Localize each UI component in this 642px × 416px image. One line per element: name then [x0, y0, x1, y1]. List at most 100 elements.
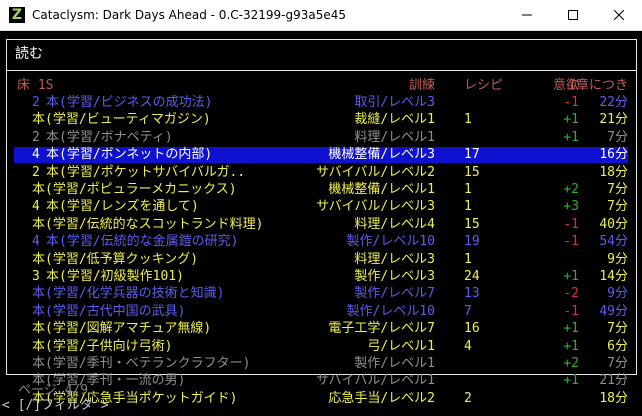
maximize-icon — [568, 10, 578, 20]
row-time: 7分 — [607, 129, 628, 145]
close-button[interactable] — [596, 0, 642, 30]
book-row[interactable]: 本(学習/図解アマチュア無線) 電子工学/レベル7 16 +1 7分 — [14, 321, 628, 337]
row-time: 21分 — [599, 112, 628, 128]
row-recipes: 1 — [464, 199, 472, 215]
row-time: 18分 — [599, 164, 628, 180]
title-bar[interactable]: Z Cataclysm: Dark Days Ahead - 0.C-32199… — [0, 0, 642, 31]
row-book-name: 本(学習/図解アマチュア無線) — [32, 321, 212, 337]
row-count: 3 — [32, 269, 40, 284]
row-skill: 機械整備/レベル3 — [328, 147, 435, 163]
row-time: 6分 — [607, 338, 628, 354]
row-skill: 弓/レベル1 — [367, 338, 435, 354]
row-time: 7分 — [607, 182, 628, 197]
app-icon: Z — [9, 7, 25, 23]
row-book-name: 本(学習/伝統的なスコットランド料理) — [32, 216, 264, 232]
row-fun: +1 — [563, 129, 579, 145]
row-time: 54分 — [599, 234, 628, 250]
row-book-name: 本(学習/ポケットサバイバルガ.. — [46, 164, 246, 180]
book-row[interactable]: 本(学習/子供向け弓術) 弓/レベル1 4 +1 6分 — [14, 339, 628, 355]
row-time: 14分 — [599, 269, 628, 284]
row-book-name: 本(学習/季刊・ベテランクラフター) — [32, 356, 251, 371]
row-count: 2 — [32, 129, 40, 145]
book-row[interactable]: 本(学習/ビューティマガジン) 裁縫/レベル1 1 +1 21分 — [14, 112, 628, 128]
row-time: 9分 — [607, 251, 628, 267]
row-skill: 裁縫/レベル1 — [354, 112, 435, 128]
row-fun: +1 — [563, 321, 579, 337]
header-divider — [6, 70, 637, 71]
menu-title: 読む — [15, 46, 43, 62]
book-row[interactable]: 2 本(学習/ビジネスの成功法) 取引/レベル3 -1 22分 — [14, 95, 628, 111]
row-recipes: 17 — [464, 147, 480, 163]
row-skill: 製作/レベル7 — [354, 286, 435, 302]
book-row[interactable]: 4 本(学習/伝統的な金属鎧の研究) 製作/レベル10 19 -1 54分 — [14, 234, 628, 250]
row-skill: 製作/レベル1 — [354, 356, 435, 371]
recipe-column-header: レシピ — [464, 78, 504, 93]
row-fun: -1 — [563, 95, 579, 110]
row-skill: 製作/レベル3 — [354, 269, 435, 284]
row-skill: 電子工学/レベル7 — [328, 321, 435, 337]
maximize-button[interactable] — [550, 0, 596, 30]
row-skill: 料理/レベル3 — [354, 251, 435, 267]
row-count: 2 — [32, 164, 40, 180]
row-skill: サバイバル/レベル2 — [316, 164, 435, 180]
row-book-name: 本(学習/ボンネットの内部) — [46, 147, 213, 163]
row-skill: 製作/レベル10 — [346, 234, 435, 250]
row-fun: +2 — [563, 182, 579, 197]
row-fun: +1 — [563, 338, 579, 354]
row-recipes: 19 — [464, 234, 480, 250]
row-book-name: 本(学習/化学兵器の技術と知識) — [32, 286, 225, 302]
app-window: Z Cataclysm: Dark Days Ahead - 0.C-32199… — [0, 0, 642, 416]
book-row[interactable]: 本(学習/古代中国の武具) 製作/レベル10 7 -1 49分 — [14, 304, 628, 320]
row-time: 9分 — [607, 286, 628, 302]
row-fun: +1 — [563, 112, 579, 128]
row-time: 21分 — [599, 373, 628, 389]
row-book-name: 本(学習/ビューティマガジン) — [32, 112, 211, 128]
row-time: 7分 — [607, 199, 628, 215]
minimize-button[interactable] — [504, 0, 550, 30]
row-recipes: 1 — [464, 182, 472, 197]
row-skill: 応急手当/レベル2 — [328, 390, 435, 406]
book-row[interactable]: 本(学習/低予算クッキング) 料理/レベル3 1 9分 — [14, 252, 628, 268]
row-recipes: 1 — [464, 112, 472, 128]
row-skill: サバイバル/レベル3 — [316, 199, 435, 215]
row-count: 4 — [32, 147, 40, 163]
floor-label: 床 1S — [17, 78, 54, 93]
book-row[interactable]: 3 本(学習/初級製作101) 製作/レベル3 24 +1 14分 — [14, 269, 628, 285]
row-book-name: 本(学習/子供向け弓術) — [32, 338, 173, 354]
book-row[interactable]: 4 本(学習/ボンネットの内部) 機械整備/レベル3 17 16分 — [14, 147, 628, 164]
book-row[interactable]: 2 本(学習/ボナペティ) 料理/レベル1 +1 7分 — [14, 130, 628, 146]
book-row[interactable]: 本(学習/伝統的なスコットランド料理) 料理/レベル4 15 -1 40分 — [14, 217, 628, 233]
book-row[interactable]: 本(学習/季刊・ベテランクラフター) 製作/レベル1 +2 7分 — [14, 356, 628, 372]
book-row[interactable]: 本(学習/ポピュラーメカニックス) 機械整備/レベル1 1 +2 7分 — [14, 182, 628, 198]
row-recipes: 16 — [464, 321, 480, 337]
window-title: Cataclysm: Dark Days Ahead - 0.C-32199-g… — [32, 8, 346, 22]
row-fun: -1 — [563, 303, 579, 319]
row-recipes: 4 — [464, 338, 472, 354]
book-row[interactable]: 本(学習/化学兵器の技術と知識) 製作/レベル7 13 -2 9分 — [14, 286, 628, 302]
row-skill: 料理/レベル1 — [354, 129, 435, 145]
book-row[interactable]: 本(学習/季刊・一流の男) サバイバル/レベル1 +1 21分 — [14, 373, 628, 389]
row-recipes: 7 — [464, 303, 472, 319]
row-book-name: 本(学習/伝統的な金属鎧の研究) — [46, 234, 239, 250]
row-fun: -1 — [563, 216, 579, 232]
row-time: 18分 — [599, 390, 628, 406]
row-fun: +2 — [563, 356, 579, 371]
minimize-icon — [522, 14, 532, 16]
row-skill: 製作/レベル10 — [346, 303, 435, 319]
book-row[interactable]: 4 本(学習/レンズを通して) サバイバル/レベル3 1 +3 7分 — [14, 199, 628, 215]
row-book-name: 本(学習/ポピュラーメカニックス) — [32, 182, 237, 197]
skill-column-header: 訓練 — [408, 78, 435, 93]
row-recipes: 15 — [464, 164, 480, 180]
row-book-name: 本(学習/ビジネスの成功法) — [46, 95, 213, 110]
row-count: 2 — [32, 95, 40, 110]
filter-hint[interactable]: < [/]フィルタ > — [2, 398, 109, 414]
row-recipes: 24 — [464, 269, 480, 284]
row-fun: +1 — [563, 269, 579, 284]
close-icon — [614, 10, 624, 20]
row-time: 40分 — [599, 216, 628, 232]
row-count: 4 — [32, 199, 40, 215]
row-fun: -2 — [563, 286, 579, 302]
row-time: 7分 — [607, 356, 628, 371]
book-row[interactable]: 2 本(学習/ポケットサバイバルガ.. サバイバル/レベル2 15 18分 — [14, 165, 628, 181]
row-skill: 取引/レベル3 — [354, 95, 435, 110]
